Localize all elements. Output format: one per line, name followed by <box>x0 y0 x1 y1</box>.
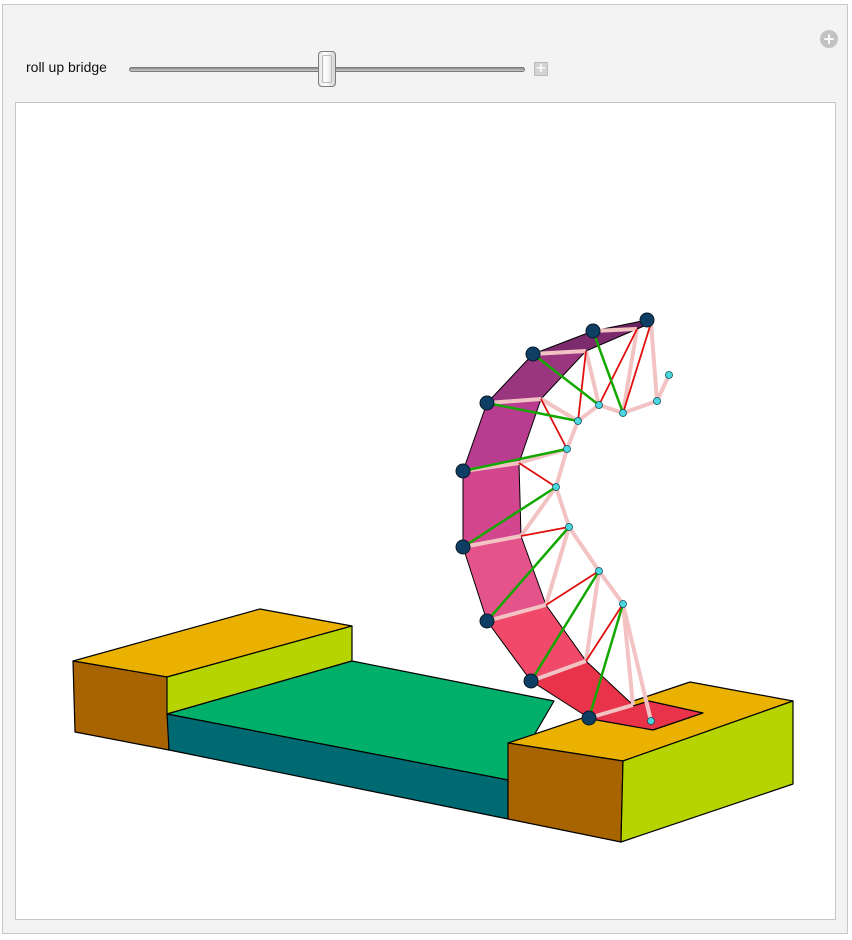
truss-member <box>597 569 625 606</box>
truss-member <box>567 525 601 573</box>
outer-joint <box>523 673 539 689</box>
inner-joint <box>552 483 560 491</box>
inner-joint <box>595 567 603 575</box>
right-block-front <box>507 742 624 843</box>
outer-joint <box>581 710 597 726</box>
inner-joint <box>653 397 661 405</box>
truss-member <box>622 399 658 415</box>
slider-label: roll up bridge <box>26 59 107 75</box>
inner-joint <box>647 717 655 725</box>
inner-joint <box>665 371 673 379</box>
bridge-scene[interactable] <box>16 103 836 920</box>
arch-ribbon-panel <box>462 462 522 548</box>
truss-member <box>554 448 569 488</box>
rolled-bridge-arch <box>455 312 673 726</box>
left-block-front <box>72 660 170 751</box>
outer-joint <box>479 395 495 411</box>
inner-joint <box>619 600 627 608</box>
3d-graphics-viewport[interactable] <box>15 102 836 920</box>
inner-joint <box>563 445 571 453</box>
roll-up-bridge-slider-thumb[interactable] <box>318 51 336 87</box>
outer-joint <box>525 346 541 362</box>
inner-joint <box>619 409 627 417</box>
red-brace <box>577 350 587 422</box>
red-brace <box>518 462 557 488</box>
outer-joint <box>455 539 471 555</box>
truss-member <box>565 420 580 450</box>
truss-member <box>554 486 571 528</box>
truss-member <box>519 485 558 538</box>
outer-joint <box>479 613 495 629</box>
truss-member <box>649 322 659 402</box>
truss-member <box>576 403 601 423</box>
truss-member <box>655 374 671 402</box>
inner-joint <box>574 417 582 425</box>
outer-joint <box>455 463 471 479</box>
inner-joint <box>565 523 573 531</box>
truss-member <box>584 570 601 662</box>
outer-joint <box>639 312 655 328</box>
options-plus-icon[interactable]: + <box>820 30 838 48</box>
inner-joint <box>595 401 603 409</box>
expand-controls-plus-icon[interactable]: + <box>534 62 548 76</box>
outer-joint <box>585 323 601 339</box>
